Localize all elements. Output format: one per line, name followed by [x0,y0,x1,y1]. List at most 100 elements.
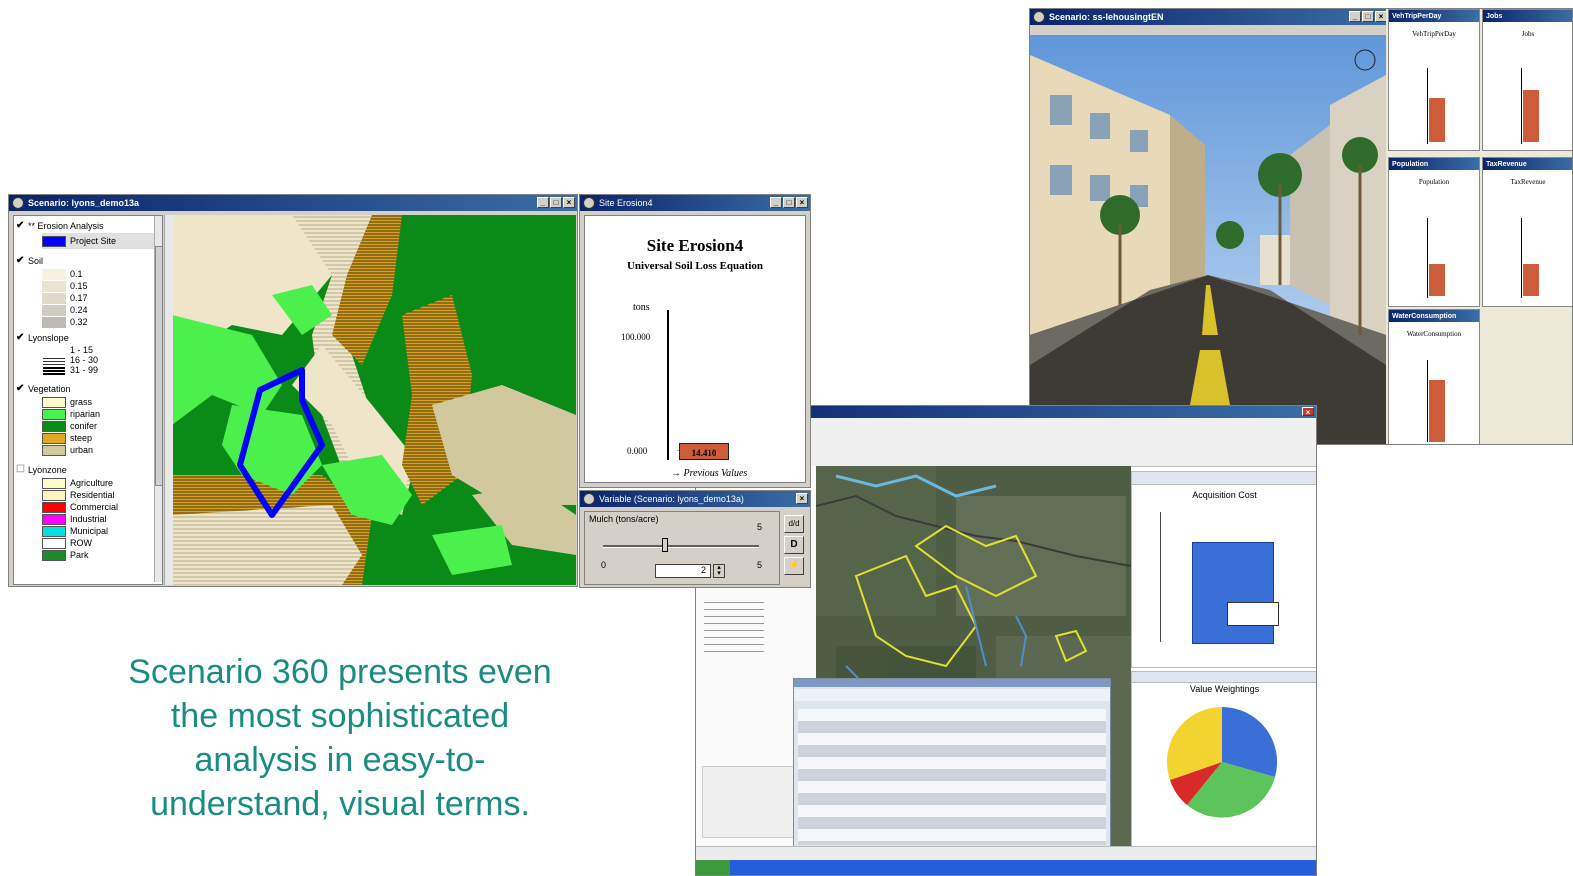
minimize-button[interactable]: _ [537,197,549,208]
legend-item: 0.1 [42,268,160,280]
caption-line: understand, visual terms. [150,785,530,823]
marketing-caption: Scenario 360 presents even the most soph… [40,650,640,826]
legend-item: steep [42,432,160,444]
taskbar[interactable] [696,860,1316,875]
mulch-slider-thumb[interactable] [662,538,669,552]
slider-max-top: 5 [757,522,763,532]
indicator-panel[interactable]: Population Population [1388,157,1480,307]
indicator-panel[interactable]: WaterConsumption WaterConsumption [1388,309,1480,444]
maximize-button[interactable]: □ [550,197,562,208]
acquisition-chart-panel[interactable]: Acquisition Cost [1131,471,1316,668]
legend-item: 16 - 30 [42,354,160,366]
street-view-titlebar[interactable]: Scenario: ss-lehousingtEN _ □ × [1030,9,1389,25]
caption-line: analysis in easy-to- [194,741,486,779]
indicator-bar [1429,380,1445,442]
map-titlebar[interactable]: Scenario: lyons_demo13a _ □ × [9,195,577,211]
panel-label: WaterConsumption [1406,330,1462,338]
legend-item: Industrial [42,513,160,525]
app-icon [1033,11,1045,23]
value-weightings-pie [1166,706,1278,818]
lightning-icon[interactable]: ⚡ [784,557,804,575]
panel-label: Population [1418,178,1450,186]
map-legend[interactable]: ✔ ** Erosion Analysis Project Site ✔ Soil … [13,215,163,585]
mulch-value-input[interactable]: 2 [655,564,711,578]
close-button[interactable]: × [796,197,808,208]
legend-item: Park [42,549,160,561]
site-erosion-titlebar[interactable]: Site Erosion4 _ □ × [580,195,810,211]
derivative-button[interactable]: d/d [784,515,804,533]
acquisition-bar [1192,542,1274,644]
weights-dialog[interactable] [793,678,1111,850]
variable-title: Variable (Scenario: lyons_demo13a) [599,494,744,504]
legend-group-zone[interactable]: ☐ Lyonzone [16,462,160,477]
legend-scrollbar[interactable] [154,216,162,582]
detail-button[interactable]: D [784,536,804,554]
slider-min: 0 [601,560,607,570]
legend-group-erosion[interactable]: ✔ ** Erosion Analysis [16,218,160,233]
slider-max: 5 [757,560,763,570]
acquisition-chart-title: Acquisition Cost [1192,490,1257,500]
legend-group-vegetation[interactable]: ✔ Vegetation [16,381,160,396]
maximize-button[interactable]: □ [1362,11,1374,22]
map-scrollbar[interactable] [164,215,173,585]
value-weightings-title: Value Weightings [1189,684,1260,694]
variable-label: Mulch (tons/acre) [589,514,659,524]
legend-item: Municipal [42,525,160,537]
erosion-chart-area: Site Erosion4 Universal Soil Loss Equati… [584,215,806,483]
legend-item: Agriculture [42,477,160,489]
close-button[interactable]: × [796,493,808,504]
start-button[interactable] [696,860,730,875]
value-weightings-panel[interactable]: Value Weightings [1131,671,1316,848]
previous-values-label: → Previous Values [671,468,748,479]
legend-item: 1 - 15 [42,344,160,356]
legend-item: ROW [42,537,160,549]
legend-item: Residential [42,489,160,501]
variable-side-buttons: d/d D ⚡ [784,515,806,575]
indicator-bar [1523,90,1539,142]
maximize-button[interactable]: □ [783,197,795,208]
legend-item: grass [42,396,160,408]
legend-item: Commercial [42,501,160,513]
site-erosion-window: Site Erosion4 _ □ × Site Erosion4 Univer… [579,194,811,488]
indicator-panel[interactable]: TaxRevenue TaxRevenue [1482,157,1572,307]
variable-panel: Mulch (tons/acre) 5 0 5 2 ▴ ▾ [584,511,780,585]
legend-item: Project Site [42,233,160,249]
indicator-bar [1523,264,1539,296]
erosion-map[interactable] [172,215,576,585]
close-button[interactable]: × [563,197,575,208]
legend-item: 0.24 [42,304,160,316]
panel-label: VehTripPerDay [1412,30,1456,38]
gis-status-bar [696,846,1316,861]
legend-group-slope[interactable]: ✔ Lyonslope [16,330,160,345]
street-3d-view[interactable] [1030,35,1386,445]
erosion-axis-min: 0.000 [627,446,648,456]
app-icon [583,493,595,505]
indicator-panel[interactable]: Jobs Jobs [1482,9,1572,151]
project-site-swatch [42,235,66,247]
indicator-bar [1429,98,1445,142]
legend-item: 0.17 [42,292,160,304]
mulch-stepper[interactable]: ▴ ▾ [713,564,725,578]
indicator-bar [1429,264,1445,296]
erosion-heading: Site Erosion4 [646,236,744,255]
variable-window: Variable (Scenario: lyons_demo13a) × Mul… [579,490,811,588]
site-erosion-title: Site Erosion4 [599,198,653,208]
erosion-bar-label: 14.410 [691,448,717,458]
minimize-button[interactable]: _ [770,197,782,208]
mulch-slider-track[interactable] [603,545,759,548]
minimize-button[interactable]: _ [1349,11,1361,22]
legend-item: 0.15 [42,280,160,292]
map-window: Scenario: lyons_demo13a _ □ × ✔ ** Erosio… [8,194,578,587]
indicator-panel[interactable]: VehTripPerDay VehTripPerDay [1388,9,1480,151]
erosion-unit: tons [633,302,650,313]
app-icon [583,197,595,209]
variable-titlebar[interactable]: Variable (Scenario: lyons_demo13a) × [580,491,810,507]
legend-item: conifer [42,420,160,432]
street-view-window: Scenario: ss-lehousingtEN _ □ × VehTripP… [1029,8,1573,445]
panel-label: TaxRevenue [1510,178,1546,186]
legend-item: urban [42,444,160,456]
legend-group-soil[interactable]: ✔ Soil [16,253,160,268]
street-view-title: Scenario: ss-lehousingtEN [1049,12,1164,22]
close-button[interactable]: × [1302,407,1314,417]
indicator-panels: VehTripPerDay VehTripPerDay Jobs Jobs Po… [1386,9,1572,444]
